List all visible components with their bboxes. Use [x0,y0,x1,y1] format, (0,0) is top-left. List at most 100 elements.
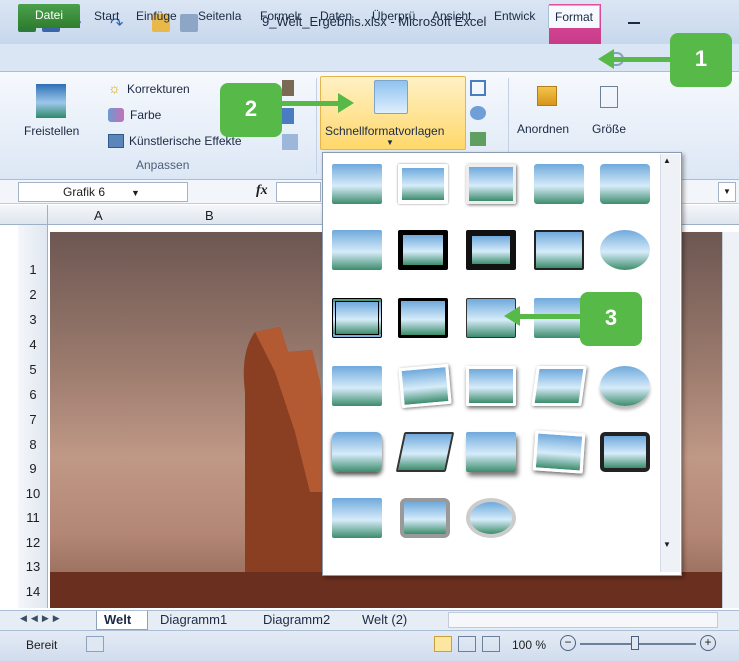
style-thumbnail[interactable] [466,230,516,270]
style-thumbnail[interactable] [395,432,455,472]
style-thumbnail[interactable] [398,298,448,338]
arrow-head-icon [338,93,354,113]
style-thumbnail[interactable] [332,432,382,472]
callout-2: 2 [220,83,282,137]
row-header[interactable]: 14 [18,584,48,599]
farbe-button[interactable]: Farbe [130,108,161,122]
row-header[interactable]: 8 [18,437,48,452]
style-thumbnail[interactable] [332,498,382,538]
style-thumbnail[interactable] [398,363,452,409]
row-header[interactable]: 6 [18,387,48,402]
style-thumbnail[interactable] [532,430,586,474]
sheet-navigation-icons[interactable]: ◀◀▶▶ [20,613,64,624]
anordnen-button[interactable]: Anordnen [517,122,569,136]
row-header[interactable]: 12 [18,535,48,550]
tab-view[interactable]: Ansicht [426,5,477,28]
page-break-view-icon[interactable] [482,636,500,652]
vertical-scrollbar[interactable] [722,232,739,608]
style-thumbnail[interactable] [466,432,516,472]
tab-format[interactable]: Format [548,5,601,28]
style-thumbnail[interactable] [534,230,584,270]
change-picture-icon[interactable] [282,108,294,124]
style-thumbnail[interactable] [600,164,650,204]
sheet-tab-diagramm2[interactable]: Diagramm2 [263,612,330,627]
artistic-effects-icon [108,134,124,148]
picture-effects-icon[interactable] [470,106,486,120]
minimize-button[interactable] [620,10,648,30]
formula-input[interactable] [276,182,321,202]
picture-layout-icon[interactable] [470,132,486,146]
group-separator [316,78,317,174]
row-header[interactable]: 11 [18,510,48,525]
row-header[interactable]: 9 [18,461,48,476]
zoom-level: 100 % [512,638,547,652]
row-header[interactable]: 13 [18,559,48,574]
tab-developer[interactable]: Entwick [488,5,541,28]
row-header[interactable]: 2 [18,287,48,302]
callout-arrow [282,101,340,106]
tab-formulas[interactable]: Formelr [254,5,307,28]
freistellen-button[interactable]: Freistellen [24,124,79,138]
row-header[interactable]: 5 [18,362,48,377]
tab-data[interactable]: Daten [314,5,358,28]
name-box[interactable]: Grafik 6 ▼ [18,182,188,202]
row-header[interactable]: 4 [18,337,48,352]
arrow-head-icon [504,306,520,326]
scroll-down-icon[interactable]: ▼ [663,540,671,549]
style-thumbnail[interactable] [332,164,382,204]
status-bar [0,630,739,661]
style-thumbnail[interactable] [531,366,587,406]
corrections-icon: ☼ [108,80,121,96]
picture-border-icon[interactable] [470,80,486,96]
chevron-down-icon[interactable]: ▼ [131,188,140,198]
style-thumbnail[interactable] [466,498,516,538]
scroll-up-icon[interactable]: ▲ [663,156,671,165]
zoom-out-icon[interactable]: − [560,635,576,651]
row-header[interactable]: 3 [18,312,48,327]
function-icon[interactable]: fx [256,183,268,199]
style-thumbnail[interactable] [466,366,516,406]
column-header-a[interactable]: A [94,208,103,223]
style-thumbnail[interactable] [332,298,382,338]
row-header[interactable]: 10 [18,486,48,501]
style-thumbnail[interactable] [466,164,516,204]
style-thumbnail[interactable] [400,498,450,538]
tab-page-layout[interactable]: Seitenla [192,5,247,28]
tab-start[interactable]: Start [88,5,125,28]
select-all-corner[interactable] [18,205,48,225]
compress-icon[interactable] [282,80,294,96]
horizontal-scrollbar[interactable] [448,612,718,628]
reset-picture-icon[interactable] [282,134,298,150]
tab-review[interactable]: Überprü [366,5,421,28]
style-thumbnail[interactable] [332,366,382,406]
macro-record-icon[interactable] [86,636,104,652]
style-thumbnail[interactable] [398,164,448,204]
expand-formula-icon[interactable]: ▼ [718,182,736,202]
style-thumbnail[interactable] [600,366,650,406]
normal-view-icon[interactable] [434,636,452,652]
size-icon [600,86,618,108]
sheet-tab-diagramm1[interactable]: Diagramm1 [160,612,227,627]
row-header[interactable]: 7 [18,412,48,427]
groesse-button[interactable]: Größe [592,122,626,136]
style-thumbnail[interactable] [600,230,650,270]
gallery-scrollbar[interactable] [660,154,680,572]
zoom-slider-thumb[interactable] [631,636,639,650]
korrekturen-button[interactable]: Korrekturen [127,82,190,96]
style-thumbnail[interactable] [534,164,584,204]
arrange-icon [537,86,557,106]
dropdown-arrow-icon: ▼ [386,138,394,147]
row-header[interactable]: 1 [18,262,48,277]
tab-file[interactable]: Datei [18,4,80,28]
zoom-in-icon[interactable]: + [700,635,716,651]
sheet-tab-welt-2[interactable]: Welt (2) [362,612,407,627]
sheet-tab-label: Welt [104,612,132,627]
crop-picture-icon[interactable] [36,84,66,118]
page-layout-view-icon[interactable] [458,636,476,652]
tab-insert[interactable]: Einfüge [130,5,183,28]
style-thumbnail[interactable] [600,432,650,472]
style-thumbnail[interactable] [332,230,382,270]
picture-styles-icon [374,80,408,114]
column-header-b[interactable]: B [205,208,214,223]
style-thumbnail[interactable] [398,230,448,270]
